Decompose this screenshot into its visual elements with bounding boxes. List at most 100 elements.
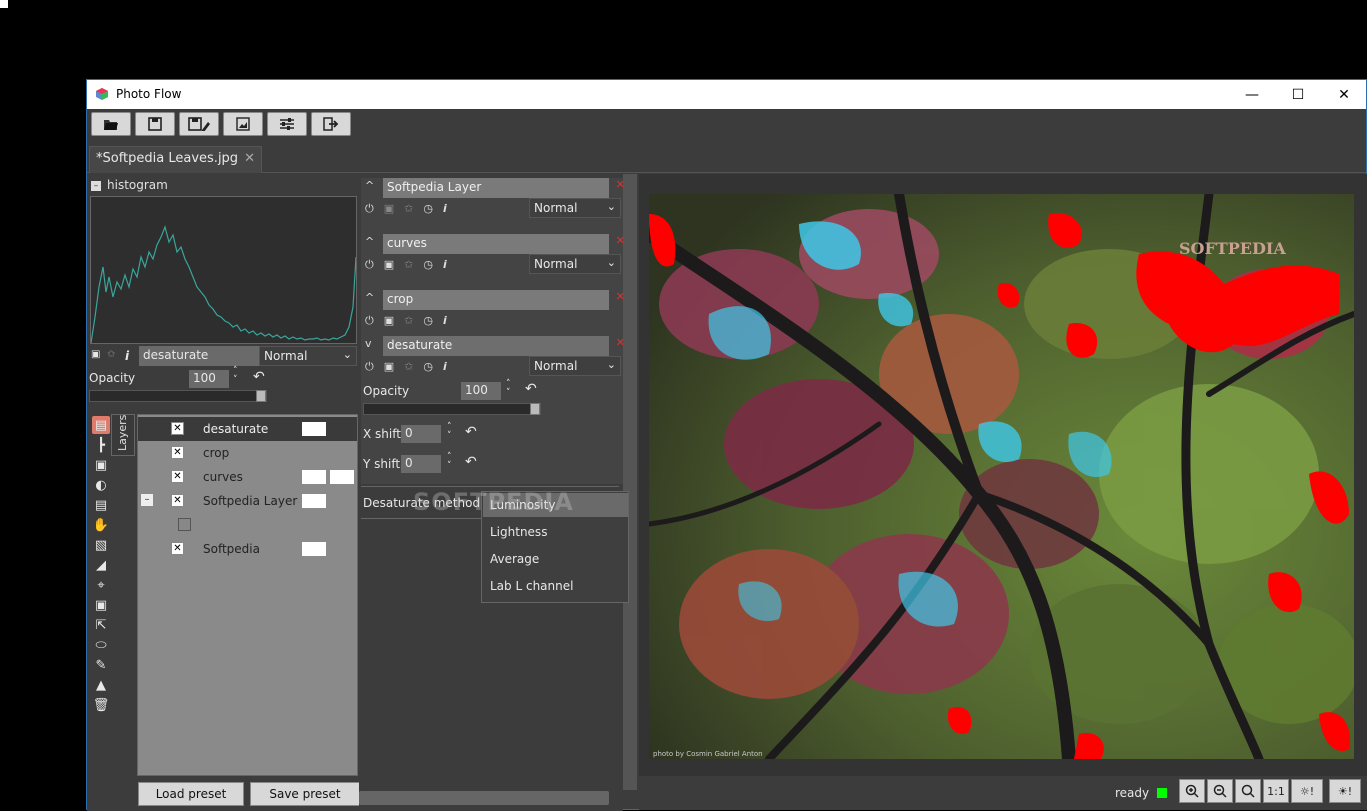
crop-tool-icon[interactable]: ⌖ [92, 576, 110, 594]
collapse-group-icon[interactable]: – [141, 494, 153, 506]
control-title[interactable]: Softpedia Layer [383, 178, 609, 198]
list-item[interactable] [138, 513, 357, 537]
info-icon[interactable]: i [443, 258, 447, 272]
transform-tool-icon[interactable]: ▣ [92, 596, 110, 614]
open-button[interactable] [91, 112, 131, 136]
control-title[interactable]: desaturate [383, 336, 609, 356]
blend-mode-select[interactable]: Normal⌄ [529, 356, 621, 376]
tab-close-icon[interactable]: ✕ [244, 151, 255, 166]
method-option-lab-l[interactable]: Lab L channel [490, 579, 573, 593]
mask-icon[interactable]: ▣ [384, 314, 394, 328]
load-preset-button[interactable]: Load preset [138, 782, 244, 806]
info-icon[interactable]: i [443, 360, 447, 374]
reset-opacity-icon[interactable]: ↶ [525, 381, 537, 397]
stamp-tool-icon[interactable]: ▲ [92, 676, 110, 694]
brush-tool-icon[interactable]: ✎ [92, 656, 110, 674]
power-icon[interactable]: ⏻ [365, 314, 374, 328]
save-preset-button[interactable]: Save preset [250, 782, 360, 806]
pin-icon[interactable]: ✩ [107, 349, 115, 360]
reset-x-shift-icon[interactable]: ↶ [465, 424, 477, 440]
power-icon[interactable]: ⏻ [365, 360, 374, 374]
image-canvas[interactable]: SOFTPEDIA photo by Cosmin Gabriel Anton [639, 174, 1367, 776]
reset-y-shift-icon[interactable]: ↶ [465, 454, 477, 470]
x-shift-input[interactable]: 0 [401, 425, 441, 443]
pin-icon[interactable]: ✩ [404, 314, 413, 328]
chevron-up-icon[interactable]: ^ [365, 291, 374, 304]
hand-tool-icon[interactable]: ✋ [92, 516, 110, 534]
layer-visibility-checkbox[interactable]: ✕ [171, 494, 184, 507]
save-button[interactable] [135, 112, 175, 136]
info-icon[interactable]: i [443, 202, 447, 216]
chevron-up-icon[interactable]: ^ [365, 179, 374, 192]
clone-tool-icon[interactable]: ⇱ [92, 616, 110, 634]
mask-icon[interactable]: ▣ [384, 258, 394, 272]
horizontal-scrollbar[interactable] [359, 791, 609, 805]
trash-icon[interactable]: 🗑 [92, 696, 110, 714]
pin-icon[interactable]: ✩ [404, 258, 413, 272]
curves-tool-icon[interactable]: ▤ [92, 496, 110, 514]
opacity-stepper[interactable]: ˄˅ [233, 367, 238, 385]
gradient-tool-icon[interactable]: ▧ [92, 536, 110, 554]
zoom-out-button[interactable] [1207, 779, 1233, 803]
clock-icon[interactable]: ◷ [423, 360, 433, 374]
panel-scrollbar[interactable] [623, 174, 637, 790]
opacity-slider[interactable] [89, 390, 267, 402]
list-item[interactable]: ✕ curves [138, 465, 357, 489]
zoom-100-button[interactable]: 1:1 [1263, 779, 1289, 803]
reset-opacity-icon[interactable]: ↶ [253, 369, 265, 385]
exit-button[interactable] [311, 112, 351, 136]
blend-mode-select[interactable]: Normal⌄ [529, 198, 621, 218]
y-shift-stepper[interactable]: ˄˅ [447, 453, 452, 471]
minimize-button[interactable]: — [1229, 80, 1275, 109]
slider-handle[interactable] [530, 403, 540, 415]
layer-visibility-checkbox[interactable]: ✕ [171, 446, 184, 459]
x-shift-stepper[interactable]: ˄˅ [447, 423, 452, 441]
control-title[interactable]: crop [383, 290, 609, 310]
layer-visibility-checkbox[interactable]: ✕ [171, 470, 184, 483]
method-option-average[interactable]: Average [490, 552, 539, 566]
tab-layers[interactable]: Layers [111, 414, 135, 456]
y-shift-input[interactable]: 0 [401, 455, 441, 473]
blend-mode-select[interactable]: Normal⌄ [259, 346, 357, 366]
histogram-header[interactable]: –histogram [91, 178, 168, 192]
zoom-fit-button[interactable] [1235, 779, 1261, 803]
zoom-in-button[interactable] [1179, 779, 1205, 803]
close-window-button[interactable]: ✕ [1321, 80, 1367, 109]
gradient-diagonal-icon[interactable]: ◢ [92, 556, 110, 574]
maximize-button[interactable]: ☐ [1275, 80, 1321, 109]
highlight-clipping-button[interactable]: ☀! [1329, 779, 1361, 803]
list-item[interactable]: ✕ desaturate [138, 417, 357, 441]
chevron-down-icon[interactable]: v [365, 337, 372, 350]
pin-icon[interactable]: ✩ [404, 202, 413, 216]
list-item[interactable]: – ✕ Softpedia Layer [138, 489, 357, 513]
list-item[interactable]: ✕ crop [138, 441, 357, 465]
slider-handle[interactable] [256, 390, 266, 402]
export-button[interactable] [223, 112, 263, 136]
opacity-slider[interactable] [363, 403, 541, 415]
chevron-up-icon[interactable]: ^ [365, 235, 374, 248]
settings-button[interactable] [267, 112, 307, 136]
tab-softpedia-leaves[interactable]: *Softpedia Leaves.jpg✕ [89, 146, 262, 173]
method-option-lightness[interactable]: Lightness [490, 525, 547, 539]
opacity-input[interactable]: 100 [461, 382, 501, 400]
layer-visibility-checkbox[interactable]: ✕ [171, 542, 184, 555]
power-icon[interactable]: ⏻ [365, 258, 374, 272]
clock-icon[interactable]: ◷ [423, 314, 433, 328]
image-tool-icon[interactable]: ▣ [92, 456, 110, 474]
opacity-stepper[interactable]: ˄˅ [506, 380, 511, 398]
layer-visibility-checkbox[interactable] [178, 518, 191, 531]
control-title[interactable]: curves [383, 234, 609, 254]
clock-icon[interactable]: ◷ [423, 202, 433, 216]
save-as-button[interactable] [179, 112, 219, 136]
layer-mask-icon[interactable]: ▣ [91, 349, 100, 360]
pin-icon[interactable]: ✩ [404, 360, 413, 374]
opacity-input[interactable]: 100 [189, 370, 229, 388]
info-icon[interactable]: i [443, 314, 447, 328]
contrast-tool-icon[interactable]: ◐ [92, 476, 110, 494]
clock-icon[interactable]: ◷ [423, 258, 433, 272]
ellipse-tool-icon[interactable]: ⬭ [92, 636, 110, 654]
layer-visibility-checkbox[interactable]: ✕ [171, 422, 184, 435]
mask-icon[interactable]: ▣ [384, 360, 394, 374]
hierarchy-tool-icon[interactable]: ┣ [92, 436, 110, 454]
shadow-clipping-button[interactable]: ☼! [1291, 779, 1323, 803]
